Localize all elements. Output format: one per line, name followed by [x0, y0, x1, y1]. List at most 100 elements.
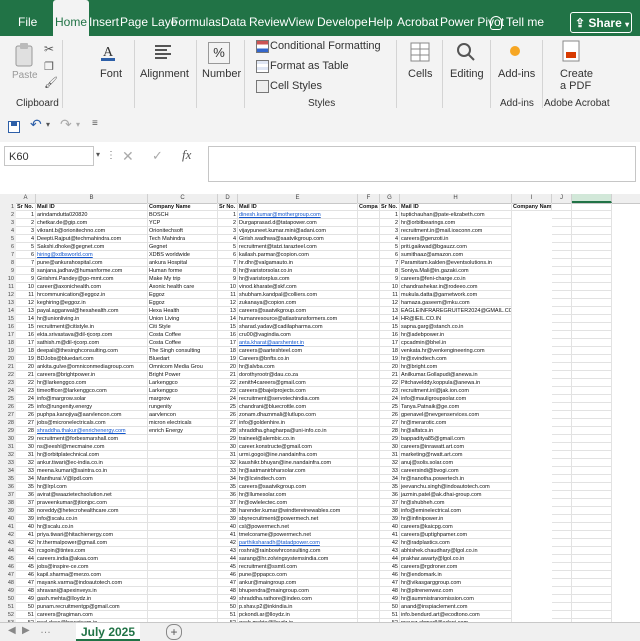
row-header[interactable]: 40: [0, 515, 16, 523]
cell[interactable]: 39: [380, 515, 400, 523]
more-icon[interactable]: ⋮: [106, 150, 116, 161]
tab-data[interactable]: Data: [221, 0, 246, 36]
cell[interactable]: [358, 259, 380, 267]
cell[interactable]: rungenity: [148, 403, 218, 411]
next-sheet-icon[interactable]: ▶: [22, 625, 30, 636]
column-header-c[interactable]: C: [148, 194, 218, 203]
cell[interactable]: careers@genzoti.in: [400, 235, 512, 243]
cell[interactable]: Deepti.Rajput@techmahindra.com: [36, 235, 148, 243]
column-header-j[interactable]: J: [552, 194, 572, 203]
cell[interactable]: 28: [218, 427, 238, 435]
cell[interactable]: [552, 579, 572, 587]
cell[interactable]: 39: [218, 515, 238, 523]
cell[interactable]: hr@radplastics.com: [400, 539, 512, 547]
cell[interactable]: 30: [218, 443, 238, 451]
cell[interactable]: [552, 403, 572, 411]
cell[interactable]: 37: [16, 499, 36, 507]
cell[interactable]: [572, 443, 612, 451]
column-header-f[interactable]: F: [358, 194, 380, 203]
row-header[interactable]: 27: [0, 411, 16, 419]
cell[interactable]: [148, 563, 218, 571]
row-header[interactable]: 36: [0, 483, 16, 491]
cell[interactable]: 40: [218, 523, 238, 531]
cell[interactable]: info@eminelectrical.com: [400, 507, 512, 515]
cell[interactable]: 43: [16, 547, 36, 555]
cell[interactable]: 15: [380, 323, 400, 331]
percent-icon[interactable]: %: [208, 42, 230, 64]
cell[interactable]: 32: [16, 459, 36, 467]
cell[interactable]: 37: [218, 499, 238, 507]
cell[interactable]: info@mauligroupsolar.com: [400, 395, 512, 403]
chevron-down-icon[interactable]: ▾: [46, 120, 50, 129]
cell[interactable]: gpenavel@nevgenservices.com: [400, 411, 512, 419]
cell[interactable]: 36: [218, 491, 238, 499]
cell[interactable]: shraddha.rathore@indeo.com: [238, 595, 358, 603]
cell[interactable]: [552, 563, 572, 571]
cell[interactable]: HR@IEIL.CO.IN: [400, 315, 512, 323]
cell[interactable]: Make My trip: [148, 275, 218, 283]
row-header[interactable]: 24: [0, 387, 16, 395]
cell[interactable]: 9: [16, 275, 36, 283]
cell[interactable]: [358, 355, 380, 363]
cell[interactable]: [572, 363, 612, 371]
cell[interactable]: csl@powermech.net: [238, 523, 358, 531]
cell[interactable]: recruitment.in@mail.iosconn.com: [400, 227, 512, 235]
cell[interactable]: [552, 515, 572, 523]
cell[interactable]: recruitment@ssmtl.com: [238, 563, 358, 571]
cell[interactable]: 25: [218, 403, 238, 411]
editing-group-button[interactable]: Editing: [450, 68, 484, 80]
cell[interactable]: ankita.gulve@omniconmediagroup.com: [36, 363, 148, 371]
cell[interactable]: [358, 275, 380, 283]
cell[interactable]: traineel@alembic.co.in: [238, 435, 358, 443]
cell[interactable]: Girishmi.Pandey@go-mmt.com: [36, 275, 148, 283]
cell[interactable]: jobs@micronelectricals.com: [36, 419, 148, 427]
cell[interactable]: deepali@thesinghconsulting.com: [36, 347, 148, 355]
cell[interactable]: [358, 547, 380, 555]
cell[interactable]: 33: [218, 467, 238, 475]
cell[interactable]: 7: [380, 259, 400, 267]
cell[interactable]: [148, 555, 218, 563]
cell[interactable]: 27: [380, 419, 400, 427]
cell[interactable]: 4: [16, 235, 36, 243]
cell[interactable]: [552, 587, 572, 595]
cell[interactable]: [358, 483, 380, 491]
cell[interactable]: micron electricals: [148, 419, 218, 427]
cell[interactable]: 43: [380, 547, 400, 555]
cell[interactable]: 23: [380, 387, 400, 395]
format-as-table-button[interactable]: Format as Table: [270, 60, 349, 72]
row-header[interactable]: 23: [0, 379, 16, 387]
cell[interactable]: [358, 419, 380, 427]
cell[interactable]: career.konstructe@gmail.com: [238, 443, 358, 451]
cell[interactable]: jazmin.patel@ak.dhai-group.com: [400, 491, 512, 499]
cell[interactable]: 5: [380, 243, 400, 251]
cell[interactable]: payal.aggarwal@hexahealth.com: [36, 307, 148, 315]
tab-develope[interactable]: Develope: [317, 0, 368, 36]
cell[interactable]: Larkenggco: [148, 379, 218, 387]
cell[interactable]: [552, 443, 572, 451]
cell[interactable]: shravani@apexinveys.in: [36, 587, 148, 595]
row-header[interactable]: 44: [0, 547, 16, 555]
cell[interactable]: [358, 339, 380, 347]
row-header[interactable]: 15: [0, 315, 16, 323]
cell[interactable]: Durgaprasad.d@tatapower.com: [238, 219, 358, 227]
cell[interactable]: [552, 251, 572, 259]
cell[interactable]: [358, 595, 380, 603]
cell[interactable]: hr@xvindtech.com: [400, 355, 512, 363]
cell[interactable]: Tanya.Patnaik@ge.com: [400, 403, 512, 411]
cell[interactable]: [358, 611, 380, 619]
cell[interactable]: 28: [380, 427, 400, 435]
tab-review[interactable]: Review: [249, 0, 288, 36]
row-header[interactable]: 52: [0, 611, 16, 619]
cell[interactable]: [552, 379, 572, 387]
cell[interactable]: tuptichauhan@pate-elizabeth.com: [400, 211, 512, 219]
cell[interactable]: [552, 411, 572, 419]
cell[interactable]: 44: [16, 555, 36, 563]
cell[interactable]: XDBS worldwide: [148, 251, 218, 259]
cell[interactable]: 20: [218, 363, 238, 371]
cell[interactable]: 26: [380, 411, 400, 419]
cell[interactable]: 31: [218, 451, 238, 459]
cell[interactable]: hr@aatmanirbharsolar.com: [238, 467, 358, 475]
alignment-icon[interactable]: [153, 44, 173, 60]
cell[interactable]: Company Name: [148, 203, 218, 211]
row-header[interactable]: 31: [0, 443, 16, 451]
